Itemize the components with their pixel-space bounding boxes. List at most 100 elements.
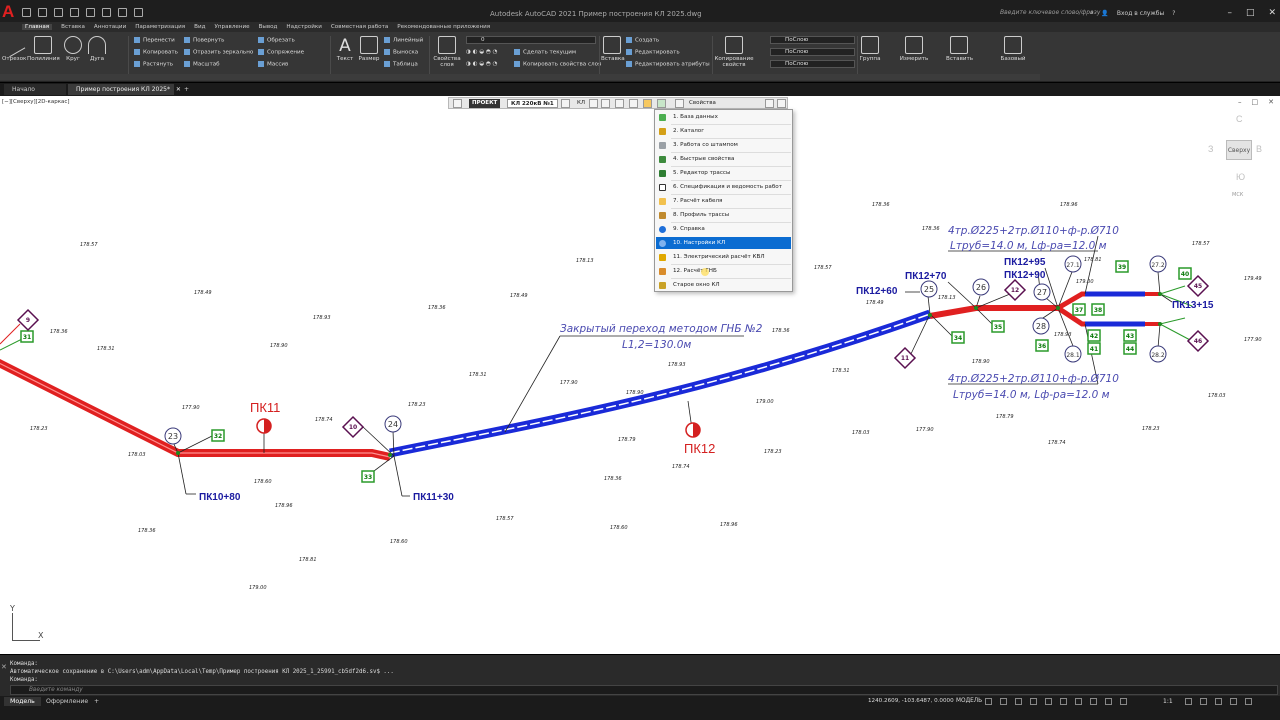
app-logo[interactable]: A — [2, 2, 16, 22]
save-icon[interactable] — [54, 8, 63, 17]
layer-tool-icons-2[interactable]: ◑ ◐ ◒ ◓ ◔ — [466, 61, 498, 67]
kl-button[interactable]: КЛ — [577, 99, 585, 108]
green-tag[interactable]: 33 — [361, 470, 375, 483]
annotation-scale[interactable]: 1:1 — [1163, 698, 1173, 705]
minimize-button[interactable]: – — [1227, 8, 1232, 18]
tab-manage[interactable]: Управление — [214, 24, 249, 30]
node-circle[interactable]: 24 — [384, 415, 402, 433]
otrack-icon[interactable] — [1060, 698, 1067, 705]
model-space-toggle[interactable]: МОДЕЛЬ — [956, 698, 982, 704]
tab-output[interactable]: Вывод — [259, 24, 278, 30]
pin-icon[interactable] — [777, 99, 786, 108]
viewcube-south[interactable]: Ю — [1236, 172, 1245, 182]
tab-insert[interactable]: Вставка — [61, 24, 85, 30]
node-circle[interactable]: 27.2 — [1149, 255, 1167, 273]
tool-icon[interactable] — [589, 99, 598, 108]
paste-button[interactable]: Вставить — [946, 36, 973, 62]
linear-button[interactable]: Линейный — [384, 37, 423, 44]
green-tag[interactable]: 42 — [1087, 329, 1101, 342]
menu-item-database[interactable]: 1. База данных — [656, 111, 791, 123]
globe-icon[interactable] — [675, 99, 684, 108]
green-tag[interactable]: 41 — [1087, 342, 1101, 355]
wcs-menu[interactable]: МСК — [1232, 192, 1243, 198]
help-icon[interactable]: ? — [1172, 10, 1175, 17]
copy-button[interactable]: Копировать — [134, 49, 178, 56]
tool-icon[interactable] — [601, 99, 610, 108]
search-input[interactable]: Введите ключевое слово/фразу — [1000, 9, 1100, 19]
green-tag[interactable]: 35 — [991, 320, 1005, 333]
tab-drawing[interactable]: Пример построения КЛ 2025* ✕ — [68, 84, 181, 95]
plot-icon[interactable] — [86, 8, 95, 17]
scale-button[interactable]: Масштаб — [184, 61, 220, 68]
fillet-button[interactable]: Сопряжение — [258, 49, 304, 56]
new-file-icon[interactable] — [22, 8, 31, 17]
search-icon[interactable]: ⌕ — [1090, 9, 1093, 17]
menu-icon[interactable] — [657, 99, 666, 108]
tab-layout[interactable]: Оформление — [40, 697, 94, 706]
node-circle[interactable]: 28.1 — [1064, 345, 1082, 363]
match-properties-button[interactable]: Копирование свойств — [714, 36, 754, 68]
line-button[interactable]: Отрезок — [0, 32, 26, 62]
tab-collaborate[interactable]: Совместная работа — [331, 24, 388, 30]
tool-icon[interactable] — [615, 99, 624, 108]
menu-item-gnb-calc[interactable]: 12. Расчёт ГНБ — [656, 265, 791, 277]
green-tag[interactable]: 39 — [1115, 260, 1129, 273]
insert-block-button[interactable]: Вставка — [601, 36, 625, 62]
text-button[interactable]: A Текст — [335, 36, 355, 62]
color-dropdown[interactable]: ПоСлою — [770, 36, 855, 44]
menu-item-cable-calc[interactable]: 7. Расчёт кабеля — [656, 195, 791, 207]
node-circle[interactable]: 27.1 — [1064, 255, 1082, 273]
viewcube-west[interactable]: З — [1208, 144, 1213, 154]
project-button[interactable]: ПРОЕКТ — [469, 99, 501, 108]
array-button[interactable]: Массив — [258, 61, 288, 68]
move-button[interactable]: Перенести — [134, 37, 175, 44]
layer-dropdown[interactable]: 0 — [466, 36, 596, 44]
save-as-icon[interactable] — [70, 8, 79, 17]
viewcube[interactable]: С З В Ю Сверху МСК — [1206, 114, 1266, 204]
copy-layer-props-button[interactable]: Копировать свойства слоя — [514, 61, 601, 68]
tab-model[interactable]: Модель — [4, 697, 41, 706]
node-circle[interactable]: 28 — [1032, 317, 1050, 335]
share-icon[interactable] — [134, 8, 143, 17]
measure-button[interactable]: Измерить — [898, 36, 930, 62]
layer-tool-icons[interactable]: ◑ ◐ ◒ ◓ ◔ — [466, 49, 498, 55]
new-tab-button[interactable]: + — [176, 84, 197, 95]
tab-start[interactable]: Начало — [4, 84, 66, 95]
plus-icon[interactable] — [1200, 698, 1207, 705]
green-tag[interactable]: 32 — [211, 429, 225, 442]
menu-item-route-profile[interactable]: 8. Профиль трассы — [656, 209, 791, 221]
settings-icon[interactable] — [643, 99, 652, 108]
mirror-button[interactable]: Отразить зеркально — [184, 49, 253, 56]
add-layout-button[interactable]: + — [88, 697, 105, 706]
cad-drawing[interactable]: 178.57 178.49 178.93 178.36 178.49 178.13 178.… — [0, 96, 1280, 654]
tab-parametric[interactable]: Параметризация — [135, 24, 185, 30]
select-icon[interactable] — [453, 99, 462, 108]
trim-button[interactable]: Обрезать — [258, 37, 295, 44]
purple-diamond-tag[interactable]: 10 — [341, 415, 365, 439]
arrow-icon[interactable] — [561, 99, 570, 108]
node-circle[interactable]: 26 — [972, 278, 990, 296]
create-block-button[interactable]: Создать — [626, 37, 659, 44]
green-tag[interactable]: 43 — [1123, 329, 1137, 342]
green-tag[interactable]: 31 — [20, 330, 34, 343]
cable-route-red-right[interactable] — [929, 305, 1058, 319]
dimension-button[interactable]: Размер — [357, 36, 381, 62]
osnap-icon[interactable] — [1045, 698, 1052, 705]
rotate-button[interactable]: Повернуть — [184, 37, 224, 44]
command-input[interactable]: Введите команду — [10, 685, 1278, 695]
green-tag[interactable]: 36 — [1035, 339, 1049, 352]
base-view-button[interactable]: Базовый — [998, 36, 1028, 62]
transparency-icon[interactable] — [1090, 698, 1097, 705]
close-button[interactable]: ✕ — [1268, 8, 1276, 18]
viewcube-north[interactable]: С — [1236, 114, 1243, 124]
table-button[interactable]: Таблица — [384, 61, 418, 68]
tab-view[interactable]: Вид — [194, 24, 205, 30]
menu-item-route-editor[interactable]: 5. Редактор трассы — [656, 167, 791, 179]
menu-item-electric-calc[interactable]: 11. Электрический расчёт КВЛ — [656, 251, 791, 263]
open-file-icon[interactable] — [38, 8, 47, 17]
menu-item-kl-settings[interactable]: 10. Настройки КЛ — [656, 237, 791, 249]
line-selector[interactable]: КЛ 220кВ №1 — [507, 99, 558, 108]
ortho-icon[interactable] — [1015, 698, 1022, 705]
layer-properties-button[interactable]: Свойства слоя — [432, 36, 462, 68]
circle-button[interactable]: Круг — [63, 36, 83, 62]
